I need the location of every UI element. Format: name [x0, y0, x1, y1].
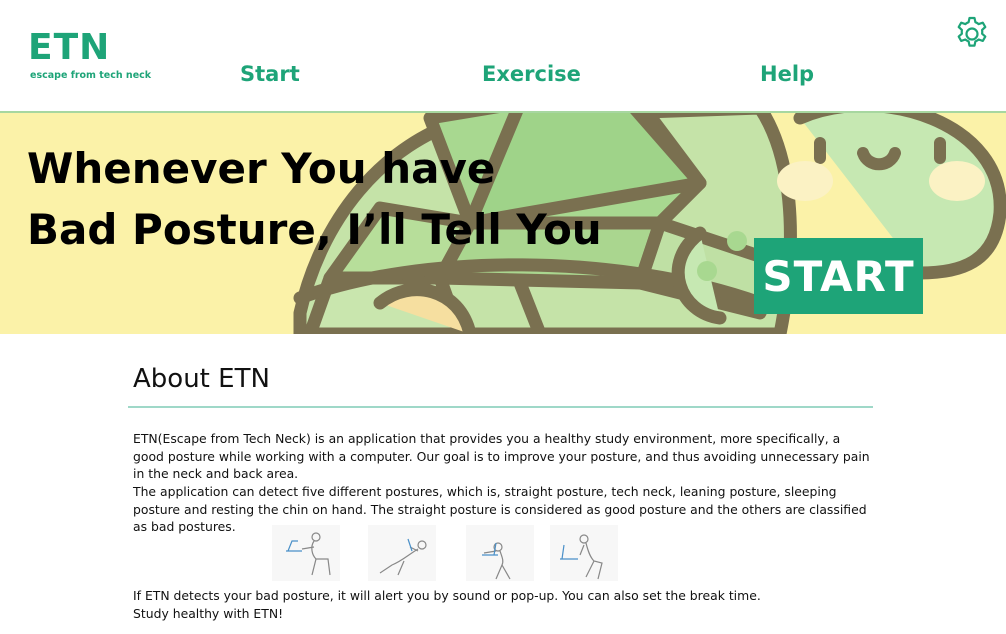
nav-help[interactable]: Help	[760, 62, 814, 86]
about-closing-line2: Study healthy with ETN!	[133, 605, 284, 621]
chin-on-hand-posture-image	[550, 525, 618, 581]
hero-banner: Whenever You have Bad Posture, I’ll Tell…	[0, 113, 1006, 334]
gear-icon[interactable]	[953, 15, 991, 53]
nav-exercise[interactable]: Exercise	[482, 62, 581, 86]
tech-neck-posture-image	[272, 525, 340, 581]
sleeping-posture-image	[466, 525, 534, 581]
about-paragraph-1: ETN(Escape from Tech Neck) is an applica…	[133, 431, 870, 481]
hero-title: Whenever You have Bad Posture, I’ll Tell…	[27, 138, 602, 260]
about-closing-line1: If ETN detects your bad posture, it will…	[133, 588, 761, 603]
hero-title-line2: Bad Posture, I’ll Tell You	[27, 205, 602, 254]
divider	[128, 406, 873, 408]
leaning-posture-image	[368, 525, 436, 581]
start-button[interactable]: START	[754, 238, 923, 314]
logo-title[interactable]: ETN	[28, 28, 110, 68]
about-title: About ETN	[133, 364, 270, 394]
logo-subtitle: escape from tech neck	[30, 70, 152, 81]
top-header: ETN escape from tech neck Start Exercise…	[0, 0, 1006, 113]
hero-title-line1: Whenever You have	[27, 144, 496, 193]
nav-start[interactable]: Start	[240, 62, 300, 86]
about-closing: If ETN detects your bad posture, it will…	[133, 587, 873, 622]
